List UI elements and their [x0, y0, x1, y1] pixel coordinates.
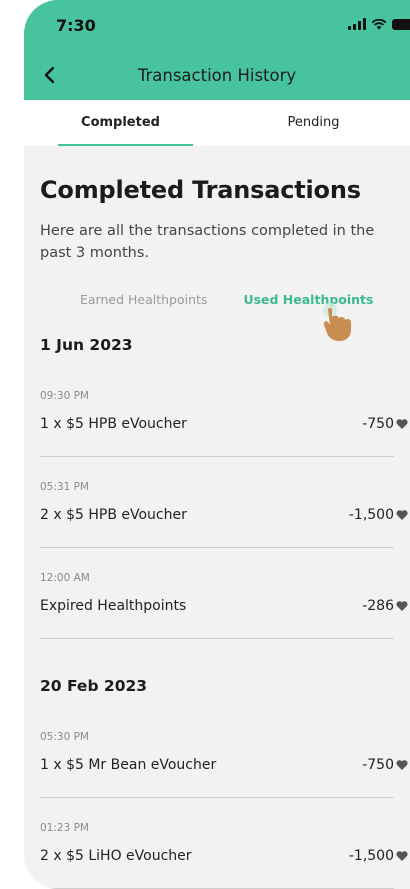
transaction-time: 01:23 PM — [40, 822, 89, 834]
transaction-name: 1 x $5 Mr Bean eVoucher — [40, 757, 217, 773]
battery-icon — [392, 19, 410, 30]
heart-icon — [396, 601, 408, 611]
transaction-time: 05:31 PM — [40, 481, 89, 493]
transaction-time: 12:00 AM — [40, 572, 90, 584]
transaction-row[interactable]: 09:30 PM 1 x $5 HPB eVoucher -750 — [40, 390, 408, 457]
transaction-time: 09:30 PM — [40, 390, 89, 402]
transaction-points: -286 — [362, 598, 394, 614]
page-title: Transaction History — [137, 65, 297, 85]
status-bar: 7:30 — [24, 0, 410, 50]
transaction-points: -1,500 — [348, 507, 394, 523]
points-filter: Earned Healthpoints Used Healthpoints — [40, 292, 394, 341]
tab-completed[interactable]: Completed — [24, 100, 217, 146]
transaction-row[interactable]: 12:00 AM Expired Healthpoints -286 — [40, 572, 408, 639]
content-area: Completed Transactions Here are all the … — [24, 176, 410, 889]
transaction-row[interactable]: 01:23 PM 2 x $5 LiHO eVoucher -1,500 — [40, 822, 408, 889]
tap-hand-icon — [323, 303, 351, 341]
section-heading: Completed Transactions — [40, 176, 361, 204]
signal-icon — [348, 18, 366, 30]
heart-icon — [396, 760, 408, 770]
phone-screen: 7:30 Transaction History Completed Pendi… — [24, 0, 410, 889]
wifi-icon — [371, 18, 387, 30]
heart-icon — [396, 419, 408, 429]
transaction-name: 2 x $5 LiHO eVoucher — [40, 848, 192, 864]
status-time: 7:30 — [56, 16, 96, 35]
date-heading: 20 Feb 2023 — [40, 677, 148, 695]
transaction-row[interactable]: 05:31 PM 2 x $5 HPB eVoucher -1,500 — [40, 481, 408, 548]
transaction-time: 05:30 PM — [40, 731, 89, 743]
transaction-name: Expired Healthpoints — [40, 598, 187, 614]
section-description: Here are all the transactions completed … — [40, 223, 375, 261]
transaction-group-2: 20 Feb 2023 05:30 PM 1 x $5 Mr Bean eVou… — [40, 677, 408, 889]
heart-icon — [396, 510, 408, 520]
transaction-name: 2 x $5 HPB eVoucher — [40, 507, 187, 523]
heart-icon — [396, 851, 408, 861]
transaction-points: -1,500 — [348, 848, 394, 864]
tab-pending[interactable]: Pending — [217, 100, 410, 146]
transaction-group-1: 1 Jun 2023 09:30 PM 1 x $5 HPB eVoucher … — [40, 336, 408, 639]
status-icons — [348, 18, 410, 30]
subtab-earned-healthpoints[interactable]: Earned Healthpoints — [80, 292, 207, 314]
transaction-name: 1 x $5 HPB eVoucher — [40, 416, 187, 432]
back-arrow-icon[interactable] — [38, 63, 62, 87]
tab-bar: Completed Pending — [24, 100, 410, 146]
transaction-row[interactable]: 05:30 PM 1 x $5 Mr Bean eVoucher -750 — [40, 731, 408, 798]
transaction-points: -750 — [362, 757, 394, 773]
transaction-points: -750 — [362, 416, 394, 432]
nav-bar: Transaction History — [24, 50, 410, 100]
